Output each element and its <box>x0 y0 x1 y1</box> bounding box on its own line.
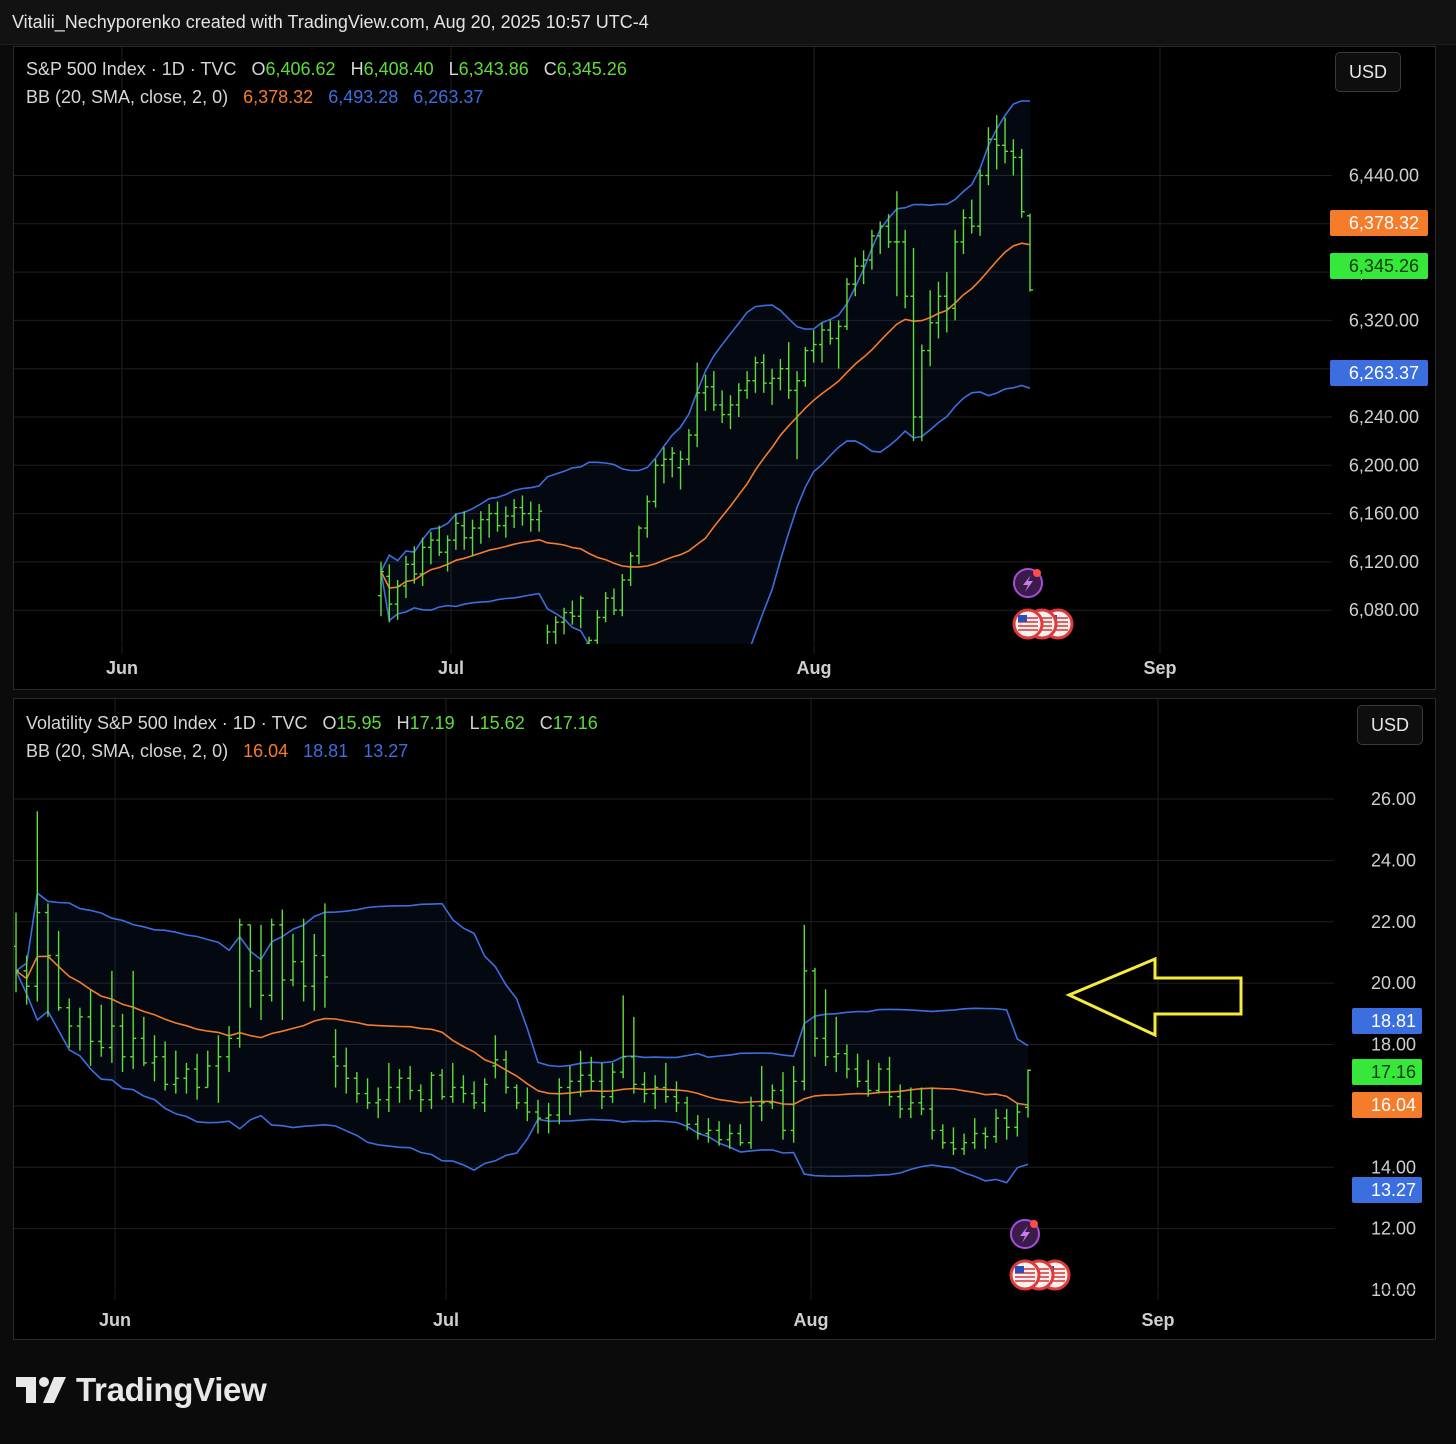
vix-open-label: O <box>322 713 337 733</box>
tradingview-logo-text: TradingView <box>76 1371 267 1408</box>
spx-close-value: 6,345.26 <box>556 59 627 79</box>
vix-bb-legend: BB (20, SMA, close, 2, 0) 16.04 18.81 13… <box>26 741 408 762</box>
x-tick-label: Aug <box>794 1310 829 1330</box>
vix-low-label: L <box>469 713 480 733</box>
vix-symbol-name: Volatility S&P 500 Index · 1D · TVC <box>26 713 308 733</box>
vix-high-value: 17.19 <box>409 713 455 733</box>
spx-close-label: C <box>543 59 557 79</box>
spx-high-label: H <box>350 59 364 79</box>
spx-bb-upper: 6,493.28 <box>328 87 399 107</box>
vix-open-value: 15.95 <box>336 713 382 733</box>
vix-close-label: C <box>539 713 553 733</box>
flag-canton <box>1018 615 1027 622</box>
price-tag-label: 16.04 <box>1371 1095 1416 1115</box>
price-tag-label: 18.81 <box>1371 1011 1416 1031</box>
spx-bb-legend: BB (20, SMA, close, 2, 0) 6,378.32 6,493… <box>26 87 483 108</box>
spx-bb-lower: 6,263.37 <box>413 87 484 107</box>
y-tick-label: 18.00 <box>1371 1035 1416 1055</box>
y-tick-label: 22.00 <box>1371 912 1416 932</box>
x-tick-label: Jun <box>106 658 138 678</box>
spx-bb-basis: 6,378.32 <box>243 87 314 107</box>
x-tick-label: Sep <box>1141 1310 1174 1330</box>
x-tick-label: Jun <box>99 1310 131 1330</box>
attribution-text: Vitalii_Nechyporenko created with Tradin… <box>12 12 649 32</box>
vix-chart-panel[interactable]: 10.0012.0014.0016.0018.0020.0022.0024.00… <box>13 698 1436 1340</box>
yellow-arrow-annotation <box>1065 956 1243 1038</box>
spx-low-value: 6,343.86 <box>458 59 529 79</box>
y-tick-label: 6,160.00 <box>1349 504 1419 524</box>
x-tick-label: Jul <box>433 1310 459 1330</box>
spx-symbol-legend: S&P 500 Index · 1D · TVC O6,406.62 H6,40… <box>26 59 627 80</box>
y-tick-label: 6,080.00 <box>1349 600 1419 620</box>
spx-symbol-name: S&P 500 Index · 1D · TVC <box>26 59 237 79</box>
bb-band-fill <box>16 893 1028 1183</box>
x-tick-label: Aug <box>797 658 832 678</box>
price-tag-label: 6,263.37 <box>1349 363 1419 383</box>
vix-close-value: 17.16 <box>552 713 598 733</box>
y-tick-label: 6,440.00 <box>1349 165 1419 185</box>
tradingview-logo: TradingView <box>16 1370 267 1410</box>
spx-open-value: 6,406.62 <box>265 59 336 79</box>
notification-dot-icon <box>1030 1220 1038 1228</box>
y-tick-label: 26.00 <box>1371 789 1416 809</box>
price-tag-label: 13.27 <box>1371 1180 1416 1200</box>
us-flag-event-icon[interactable] <box>1012 608 1044 640</box>
spx-chart-panel[interactable]: 6,080.00 6,120.00 6,160.00 6,200.00 6,240.00… <box>13 46 1436 690</box>
price-tag-label: 6,345.26 <box>1349 256 1419 276</box>
spx-bb-label: BB (20, SMA, close, 2, 0) <box>26 87 229 107</box>
tradingview-logo-icon <box>16 1377 66 1403</box>
attribution-bar: Vitalii_Nechyporenko created with Tradin… <box>0 0 1456 45</box>
price-tag-label: 17.16 <box>1371 1062 1416 1082</box>
vix-chart-svg[interactable]: 10.0012.0014.0016.0018.0020.0022.0024.00… <box>14 699 1435 1339</box>
spx-high-value: 6,408.40 <box>363 59 434 79</box>
notification-dot-icon <box>1033 569 1041 577</box>
y-tick-label: 6,120.00 <box>1349 552 1419 572</box>
vix-symbol-legend: Volatility S&P 500 Index · 1D · TVC O15.… <box>26 713 598 734</box>
flag-canton <box>1015 1266 1024 1273</box>
y-tick-label: 20.00 <box>1371 973 1416 993</box>
spx-low-label: L <box>448 59 459 79</box>
vix-low-value: 15.62 <box>479 713 525 733</box>
plot-area <box>14 811 1031 1184</box>
y-tick-label: 6,240.00 <box>1349 407 1419 427</box>
vix-bb-upper: 18.81 <box>303 741 349 761</box>
y-tick-label: 6,320.00 <box>1349 310 1419 330</box>
spx-currency-button[interactable]: USD <box>1335 52 1401 92</box>
x-tick-label: Jul <box>438 658 464 678</box>
vix-bb-label: BB (20, SMA, close, 2, 0) <box>26 741 229 761</box>
y-tick-label: 12.00 <box>1371 1219 1416 1239</box>
spx-chart-svg[interactable]: 6,080.00 6,120.00 6,160.00 6,200.00 6,240.00… <box>14 47 1435 689</box>
us-flag-event-icon[interactable] <box>1009 1259 1041 1291</box>
vix-currency-button[interactable]: USD <box>1357 705 1423 745</box>
y-tick-label: 14.00 <box>1371 1157 1416 1177</box>
plot-area <box>378 100 1033 644</box>
vix-bb-lower: 13.27 <box>363 741 409 761</box>
spx-open-label: O <box>251 59 266 79</box>
vix-bb-basis: 16.04 <box>243 741 289 761</box>
price-tag-label: 6,378.32 <box>1349 213 1419 233</box>
y-tick-label: 24.00 <box>1371 850 1416 870</box>
y-tick-label: 6,200.00 <box>1349 455 1419 475</box>
vix-high-label: H <box>396 713 410 733</box>
x-tick-label: Sep <box>1143 658 1176 678</box>
